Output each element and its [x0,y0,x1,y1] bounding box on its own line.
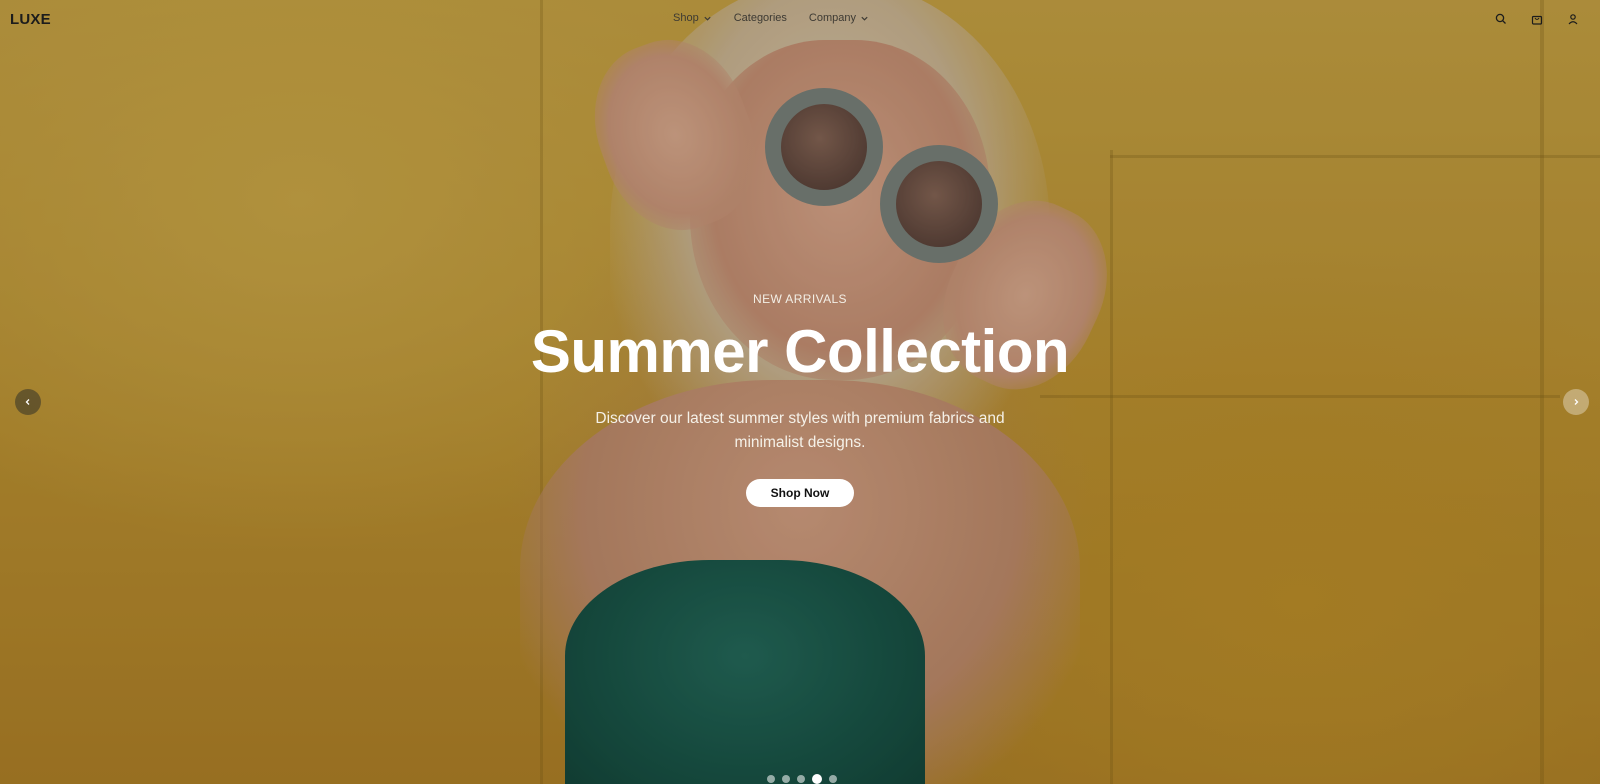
carousel-dot[interactable] [767,775,775,783]
nav-item-label: Shop [673,12,699,24]
nav-item-label: Company [808,12,856,24]
carousel-dot[interactable] [782,775,790,783]
shop-now-button[interactable]: Shop Now [746,479,854,508]
carousel-indicators [767,774,837,784]
hero-title: Summer Collection [530,318,1070,385]
carousel-dot[interactable] [797,775,805,783]
carousel-next-button[interactable] [1563,389,1589,415]
chevron-left-icon [25,399,30,405]
search-button[interactable] [1492,10,1510,28]
hero-content: NEW ARRIVALS Summer Collection Discover … [0,292,1600,508]
hero-description: Discover our latest summer styles with p… [595,410,1005,452]
carousel-dot-active[interactable] [812,774,822,784]
carousel-prev-button[interactable] [15,389,41,415]
main-menu: Shop Categories Company [673,12,869,24]
top-nav: LUXE Shop Categories Company [0,0,1600,40]
cart-button[interactable] [1528,10,1546,28]
nav-actions [1492,10,1582,28]
nav-item-categories[interactable]: Categories [734,12,787,24]
shopping-bag-icon [1531,15,1543,25]
nav-item-shop[interactable]: Shop [673,12,712,24]
chevron-down-icon [704,16,711,21]
nav-item-label: Categories [733,12,787,24]
user-icon [1568,14,1578,25]
brand-logo[interactable]: LUXE [10,11,51,28]
search-icon [1495,13,1506,24]
chevron-right-icon [1574,399,1579,405]
account-button[interactable] [1564,10,1582,28]
hero-eyebrow: NEW ARRIVALS [753,292,847,306]
nav-item-company[interactable]: Company [809,12,869,24]
chevron-down-icon [861,16,868,21]
carousel-dot[interactable] [829,775,837,783]
